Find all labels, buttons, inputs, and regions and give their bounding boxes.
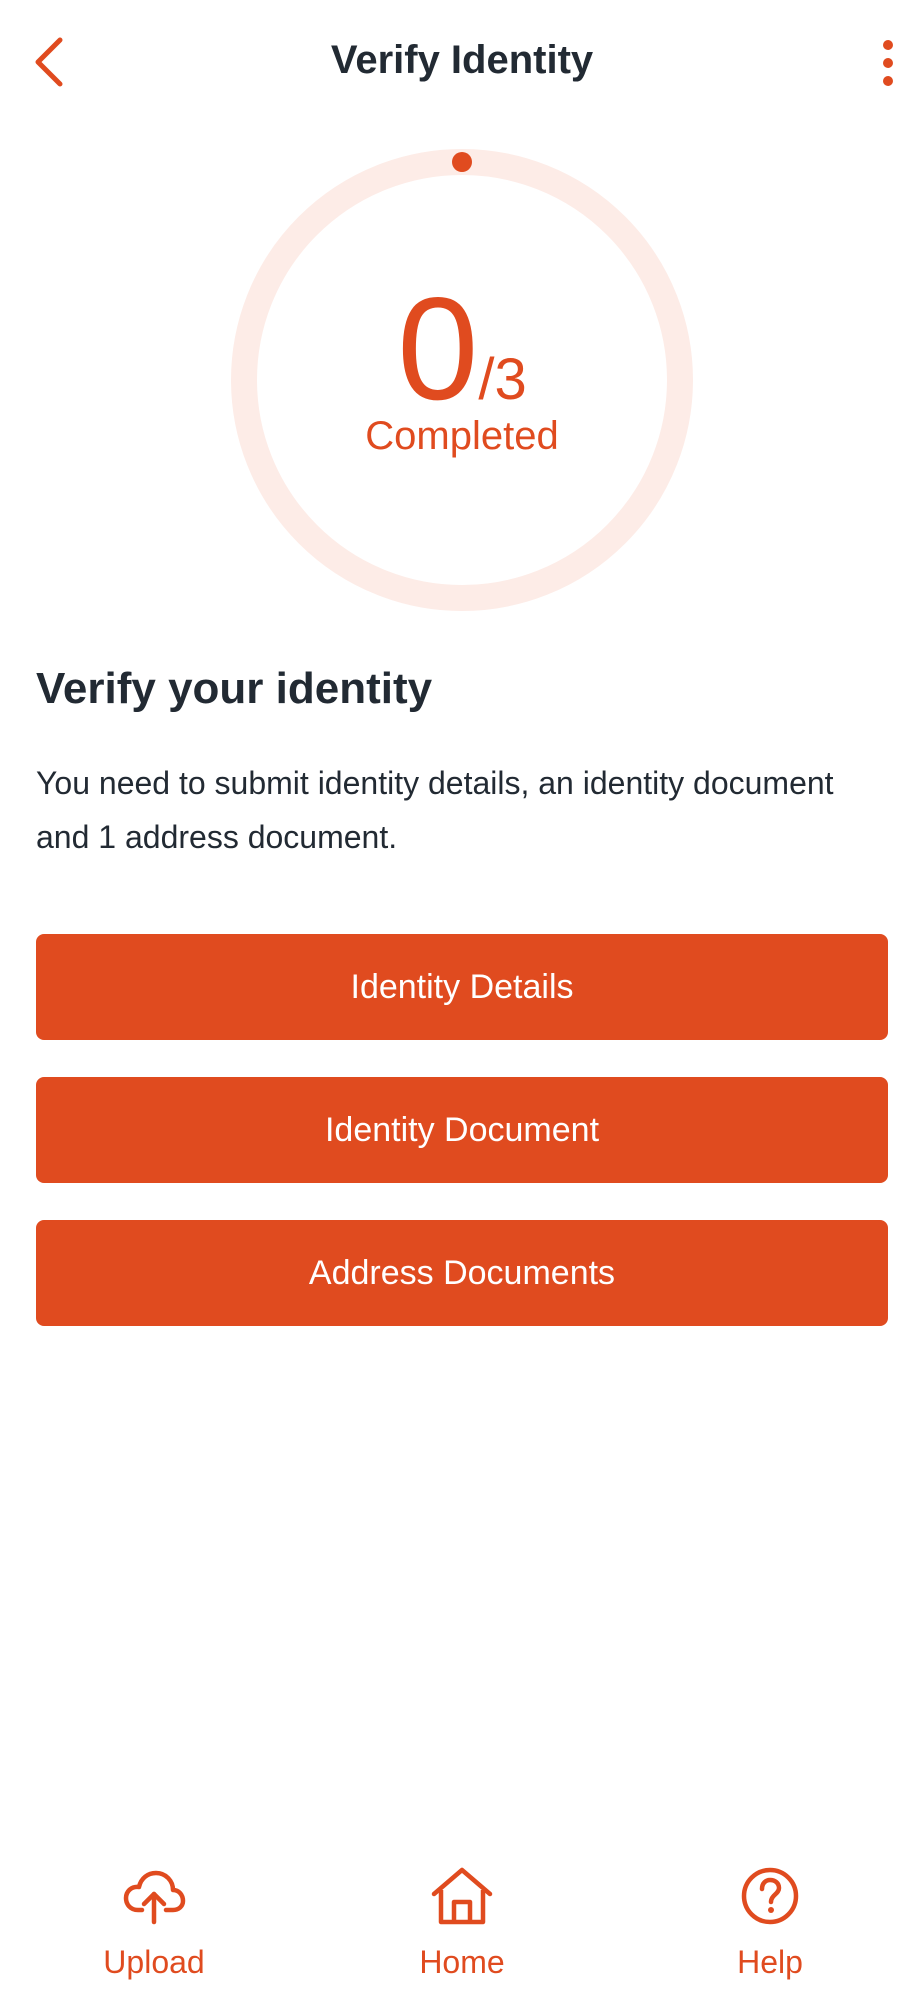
progress-completed-value: 0 bbox=[397, 267, 479, 430]
address-documents-button[interactable]: Address Documents bbox=[36, 1220, 888, 1326]
nav-item-help[interactable]: Help bbox=[670, 1800, 870, 2000]
more-vertical-icon bbox=[883, 40, 893, 86]
nav-item-home[interactable]: Home bbox=[362, 1800, 562, 2000]
page-title: Verify Identity bbox=[330, 38, 594, 82]
bottom-navigation: Upload Home Help bbox=[0, 1800, 924, 2000]
nav-item-upload[interactable]: Upload bbox=[54, 1800, 254, 2000]
nav-label-help: Help bbox=[737, 1944, 803, 1980]
progress-start-dot bbox=[452, 152, 472, 172]
identity-details-button[interactable]: Identity Details bbox=[36, 934, 888, 1040]
identity-document-button[interactable]: Identity Document bbox=[36, 1077, 888, 1183]
more-options-button[interactable] bbox=[866, 30, 910, 96]
progress-ring: 0/3 Completed bbox=[230, 148, 694, 612]
nav-label-upload: Upload bbox=[103, 1944, 205, 1980]
home-icon bbox=[431, 1867, 493, 1925]
progress-count: 0/3 bbox=[230, 276, 694, 422]
cloud-upload-icon bbox=[123, 1870, 186, 1925]
section-title: Verify your identity bbox=[36, 664, 433, 713]
progress-label: Completed bbox=[365, 414, 559, 458]
top-app-bar: Verify Identity bbox=[0, 0, 924, 130]
help-circle-icon bbox=[741, 1867, 799, 1925]
progress-total-value: /3 bbox=[478, 347, 527, 412]
nav-label-home: Home bbox=[419, 1944, 505, 1980]
section-description: You need to submit identity details, an … bbox=[36, 765, 834, 855]
